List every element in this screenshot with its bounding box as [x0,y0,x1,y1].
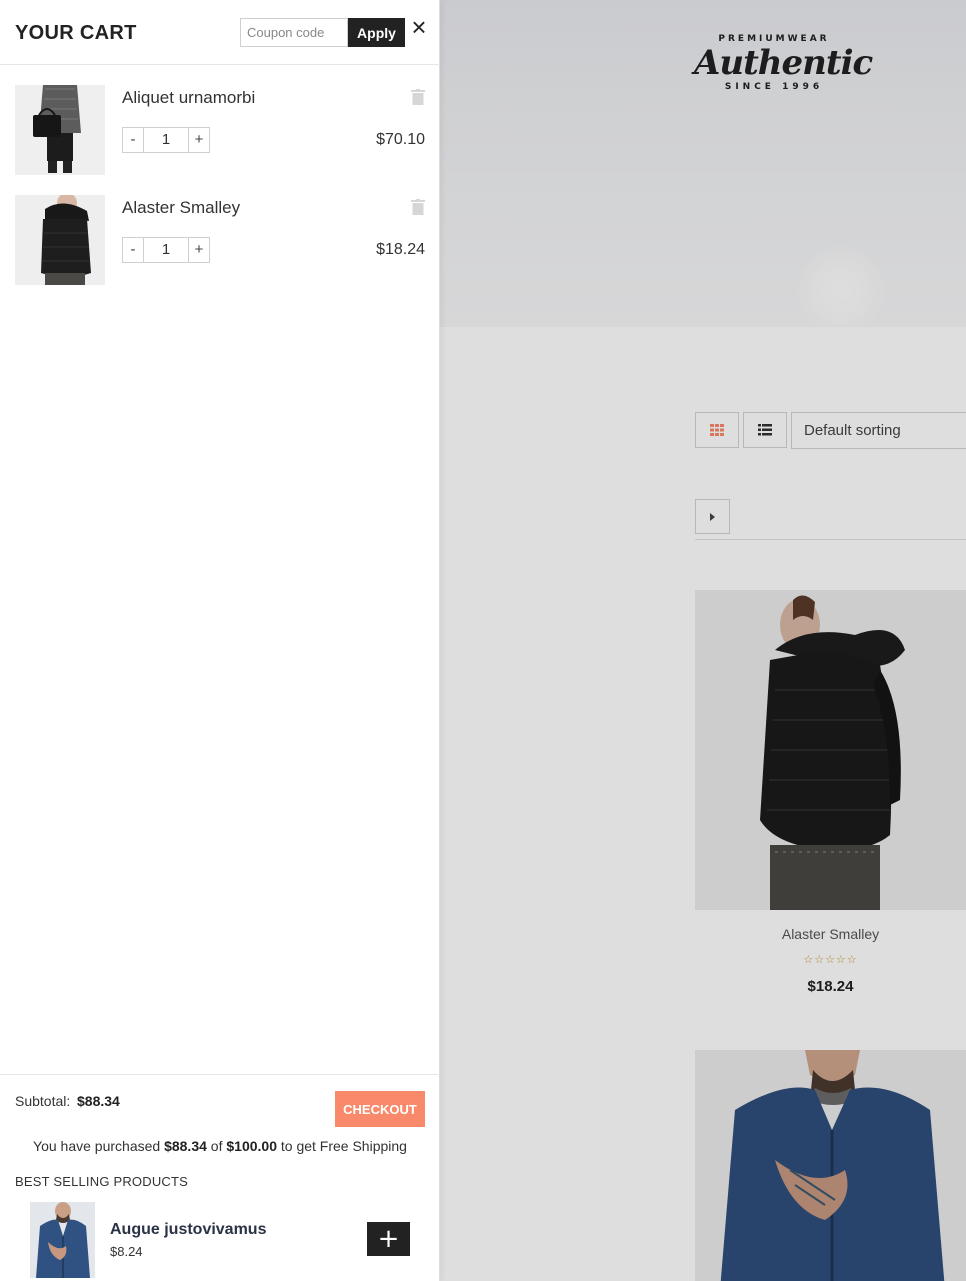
free-shipping-of: of [210,1138,223,1154]
denim-jacket-thumbnail [30,1202,95,1278]
cart-item-name[interactable]: Alaster Smalley [122,198,240,218]
cart-item: Aliquet urnamorbi - 1 + $70.10 [15,85,425,175]
cart-item-name[interactable]: Aliquet urnamorbi [122,88,255,108]
increase-quantity-button[interactable]: + [188,237,210,263]
close-icon[interactable]: × [408,14,430,40]
best-selling-name[interactable]: Augue justovivamus [110,1221,266,1239]
checkout-button[interactable]: CHECKOUT [335,1091,425,1127]
best-selling-price: $8.24 [110,1244,143,1259]
subtotal-label: Subtotal: [15,1093,71,1109]
cart-header: YOUR CART Apply × [0,0,440,65]
quantity-stepper: - 1 + [122,237,210,263]
subtotal-value: $88.34 [77,1093,120,1109]
free-shipping-purchased: $88.34 [164,1138,207,1154]
trash-icon[interactable] [411,199,425,215]
trash-glyph [411,199,425,215]
coat-with-handbag-thumbnail [15,85,105,175]
cart-item-price: $18.24 [376,241,425,258]
best-selling-image[interactable] [30,1202,95,1278]
cart-item: Alaster Smalley - 1 + $18.24 [15,195,425,285]
cart-item-image[interactable] [15,85,105,175]
add-to-cart-button[interactable]: + [367,1222,410,1256]
drawer-backdrop[interactable] [440,0,966,1281]
quantity-input[interactable]: 1 [144,127,188,153]
decrease-quantity-button[interactable]: - [122,127,144,153]
cart-title: YOUR CART [15,22,137,44]
coupon-code-input[interactable] [240,18,348,47]
best-selling-heading: BEST SELLING PRODUCTS [15,1174,189,1189]
trash-glyph [411,89,425,105]
cart-item-price: $70.10 [376,131,425,148]
quantity-stepper: - 1 + [122,127,210,153]
decrease-quantity-button[interactable]: - [122,237,144,263]
cart-item-image[interactable] [15,195,105,285]
increase-quantity-button[interactable]: + [188,127,210,153]
cart-drawer: YOUR CART Apply × Aliquet urnamorbi [0,0,440,1281]
apply-coupon-button[interactable]: Apply [348,18,405,47]
free-shipping-message: You have purchased $88.34 of $100.00 to … [0,1138,440,1154]
cart-footer: Subtotal: $88.34 CHECKOUT You have purch… [0,1074,440,1281]
quantity-input[interactable]: 1 [144,237,188,263]
puffer-jacket-thumbnail [15,195,105,285]
free-shipping-target: $100.00 [226,1138,277,1154]
free-shipping-suffix: to get Free Shipping [280,1138,407,1154]
trash-icon[interactable] [411,89,425,105]
best-selling-item: Augue justovivamus $8.24 + [30,1202,410,1278]
free-shipping-prefix: You have purchased [33,1138,161,1154]
